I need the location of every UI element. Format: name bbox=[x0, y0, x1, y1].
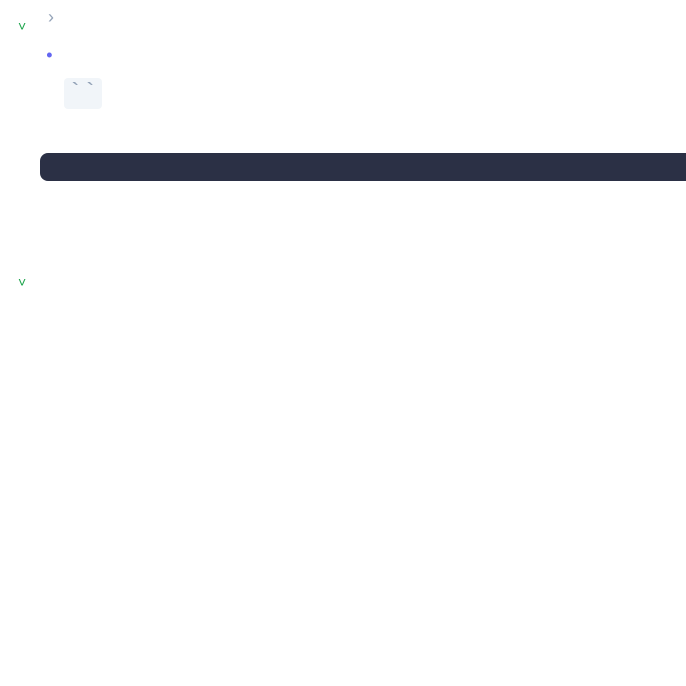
blockquote-line[interactable]: › bbox=[40, 4, 686, 32]
blockquote-marker-icon: › bbox=[48, 7, 54, 27]
code-block[interactable] bbox=[40, 153, 686, 181]
bullet-icon: • bbox=[44, 47, 55, 67]
fold-indicator-icon[interactable]: ˅ bbox=[18, 274, 26, 291]
backtick-icon: ` bbox=[83, 80, 98, 107]
fold-indicator-icon[interactable]: ˅ bbox=[18, 18, 26, 35]
task-line[interactable]: • bbox=[40, 40, 686, 69]
text-line[interactable]: `` bbox=[40, 77, 686, 107]
inline-code: `` bbox=[64, 78, 102, 109]
backtick-icon: ` bbox=[68, 80, 83, 107]
